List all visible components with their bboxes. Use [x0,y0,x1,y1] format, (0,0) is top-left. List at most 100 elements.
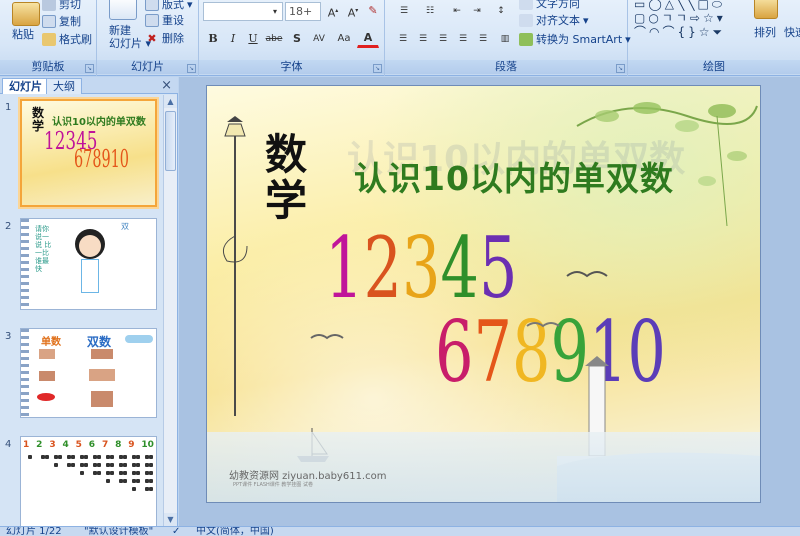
slide-title[interactable]: 认识10以内的单双数 [354,152,674,200]
align-center-icon[interactable]: ☰ [413,30,433,48]
layout-icon [145,0,159,11]
numbering-icon[interactable]: ☷ [419,2,441,20]
paste-icon[interactable] [12,2,40,26]
digit: 2 [363,219,402,317]
font-size-field[interactable]: 18+ [285,2,321,21]
distributed-icon[interactable]: ☰ [473,30,493,48]
paragraph-group: ☰ ☷ ⇤ ⇥ ↕ 文字方向 对齐文本 ▾ 转换为 SmartArt ▾ ☰ ☰… [385,0,631,76]
thumb4-dot [97,463,101,467]
clear-format-icon[interactable]: ✎ [363,2,383,20]
thumb4-dot [149,455,153,459]
paragraph-launcher-icon[interactable]: ↘ [616,64,625,73]
bullets-icon[interactable]: ☰ [393,2,415,20]
slide-counter: 幻灯片 1/22 [6,526,62,536]
shapes-row-2-icon: ▢○ㄱㄱ⇨☆▾ [634,11,726,25]
language-status[interactable]: 中文(简体，中国) [196,527,274,536]
align-right-icon[interactable]: ☰ [433,30,453,48]
thumbnail-list: 1 数学 认识10以内的单双数 12345 678910 2 请你说一说 比一比… [0,95,164,526]
shrink-font-icon[interactable]: A▾ [343,2,363,20]
text-direction-icon [519,0,533,10]
number-row-1[interactable]: 12345 [325,226,517,310]
thumb4-dot-grid [25,455,153,526]
copy-button[interactable]: 复制 [42,13,81,29]
underline-button[interactable]: U [243,30,263,48]
layout-button[interactable]: 版式 ▾ [145,0,193,12]
close-pane-icon[interactable]: × [161,78,172,93]
thumb4-number: 5 [75,440,82,450]
thumb4-dot [97,455,101,459]
theme-name[interactable]: "默认设计模板" [84,527,153,536]
delete-slide-button[interactable]: ✖ 删除 [145,30,184,46]
quick-styles-button[interactable]: 快速 [784,24,800,40]
font-launcher-icon[interactable]: ↘ [373,64,382,73]
girl-face-icon [79,235,101,257]
slide-thumbnail-2[interactable]: 请你说一说 比一比谁最快 双 [20,218,157,310]
digit: 6 [435,303,474,401]
thumb4-number: 7 [101,440,109,450]
shapes-gallery[interactable]: ▭◯△╲╲□⬭ ▢○ㄱㄱ⇨☆▾ ⌒◠⌒{}☆⏷ [634,0,746,43]
decrease-indent-icon[interactable]: ⇤ [447,2,467,20]
font-color-button[interactable]: A [357,30,379,48]
slide-thumbnail-1[interactable]: 数学 认识10以内的单双数 12345 678910 [18,97,159,209]
spellcheck-icon[interactable]: ✓ [172,527,180,536]
digit: 4 [440,219,479,317]
bird-icon [310,334,344,340]
justify-icon[interactable]: ☰ [453,30,473,48]
slide-thumbnail-4[interactable]: 1 2 3 4 5 6 7 8 9 10 [20,436,157,526]
scroll-down-icon[interactable]: ▼ [164,513,177,526]
street-lamp-icon [222,116,248,416]
clipboard-launcher-icon[interactable]: ↘ [85,64,94,73]
format-painter-button[interactable]: 格式刷 [42,31,92,47]
text-direction-button[interactable]: 文字方向 [519,0,580,11]
drawing-group: ▭◯△╲╲□⬭ ▢○ㄱㄱ⇨☆▾ ⌒◠⌒{}☆⏷ 排列 快速 绘图 [628,0,800,76]
slide-big-title[interactable]: 数学 [265,132,327,224]
increase-indent-icon[interactable]: ⇥ [467,2,487,20]
slides-label: 幻灯片 [97,60,198,74]
thumb4-dot [110,463,114,467]
thumb3-left-label: 单数 [41,337,61,348]
thumb4-dot [136,455,140,459]
arrange-button[interactable]: 排列 [754,24,776,40]
italic-button[interactable]: I [223,30,243,48]
current-slide[interactable]: 认识10以内的单双数 数学 认识10以内的单双数 12345 678910 幼教… [206,85,761,503]
convert-smartart-button[interactable]: 转换为 SmartArt ▾ [519,31,631,47]
shapes-row-1-icon: ▭◯△╲╲□⬭ [634,0,726,11]
strikethrough-button[interactable]: abe [263,30,285,48]
align-left-icon[interactable]: ☰ [393,30,413,48]
shadow-button[interactable]: S [287,30,307,48]
thumb4-dot [71,455,75,459]
pane-scrollbar[interactable]: ▲ ▼ [163,95,177,526]
font-label: 字体 [199,60,384,74]
scroll-up-icon[interactable]: ▲ [164,95,177,108]
new-slide-icon[interactable] [109,0,137,20]
columns-icon[interactable]: ▥ [495,30,515,48]
change-case-button[interactable]: Aa [333,30,355,48]
cut-button[interactable]: 剪切 [42,0,81,12]
paste-button[interactable]: 粘贴 [12,26,34,42]
seagulls-icon [526,271,608,328]
clipboard-group: 粘贴 剪切 复制 格式刷 剪贴板 ↘ [0,0,97,76]
tab-outline[interactable]: 大纲 [46,78,82,94]
thumb4-number: 8 [115,440,122,450]
grow-font-icon[interactable]: A▴ [323,2,343,20]
thumb4-dot [149,479,153,483]
slides-launcher-icon[interactable]: ↘ [187,64,196,73]
eyes-image [91,349,113,359]
tab-slides[interactable]: 幻灯片 [2,78,49,94]
watermark-subtext: PPT课件 FLASH课件 教学挂图 试卷 [233,482,313,488]
slide-thumbnail-3[interactable]: 单数 双数 [20,328,157,418]
thumb4-dot [123,479,127,483]
font-name-dropdown-icon[interactable]: ▾ [268,3,282,21]
thumb2-side-text: 请你说一说 比一比谁最快 [35,225,52,273]
arrange-icon[interactable] [754,0,778,19]
paragraph-label: 段落 [385,60,627,74]
line-spacing-icon[interactable]: ↕ [491,2,511,20]
align-text-button[interactable]: 对齐文本 ▾ [519,12,589,28]
thumb4-dot [149,463,153,467]
clipboard-label: 剪贴板 [0,60,96,74]
thumb4-dot [149,471,153,475]
char-spacing-button[interactable]: AV [307,30,331,48]
reset-button[interactable]: 重设 [145,12,184,28]
bold-button[interactable]: B [203,30,223,48]
scroll-thumb[interactable] [165,111,176,171]
